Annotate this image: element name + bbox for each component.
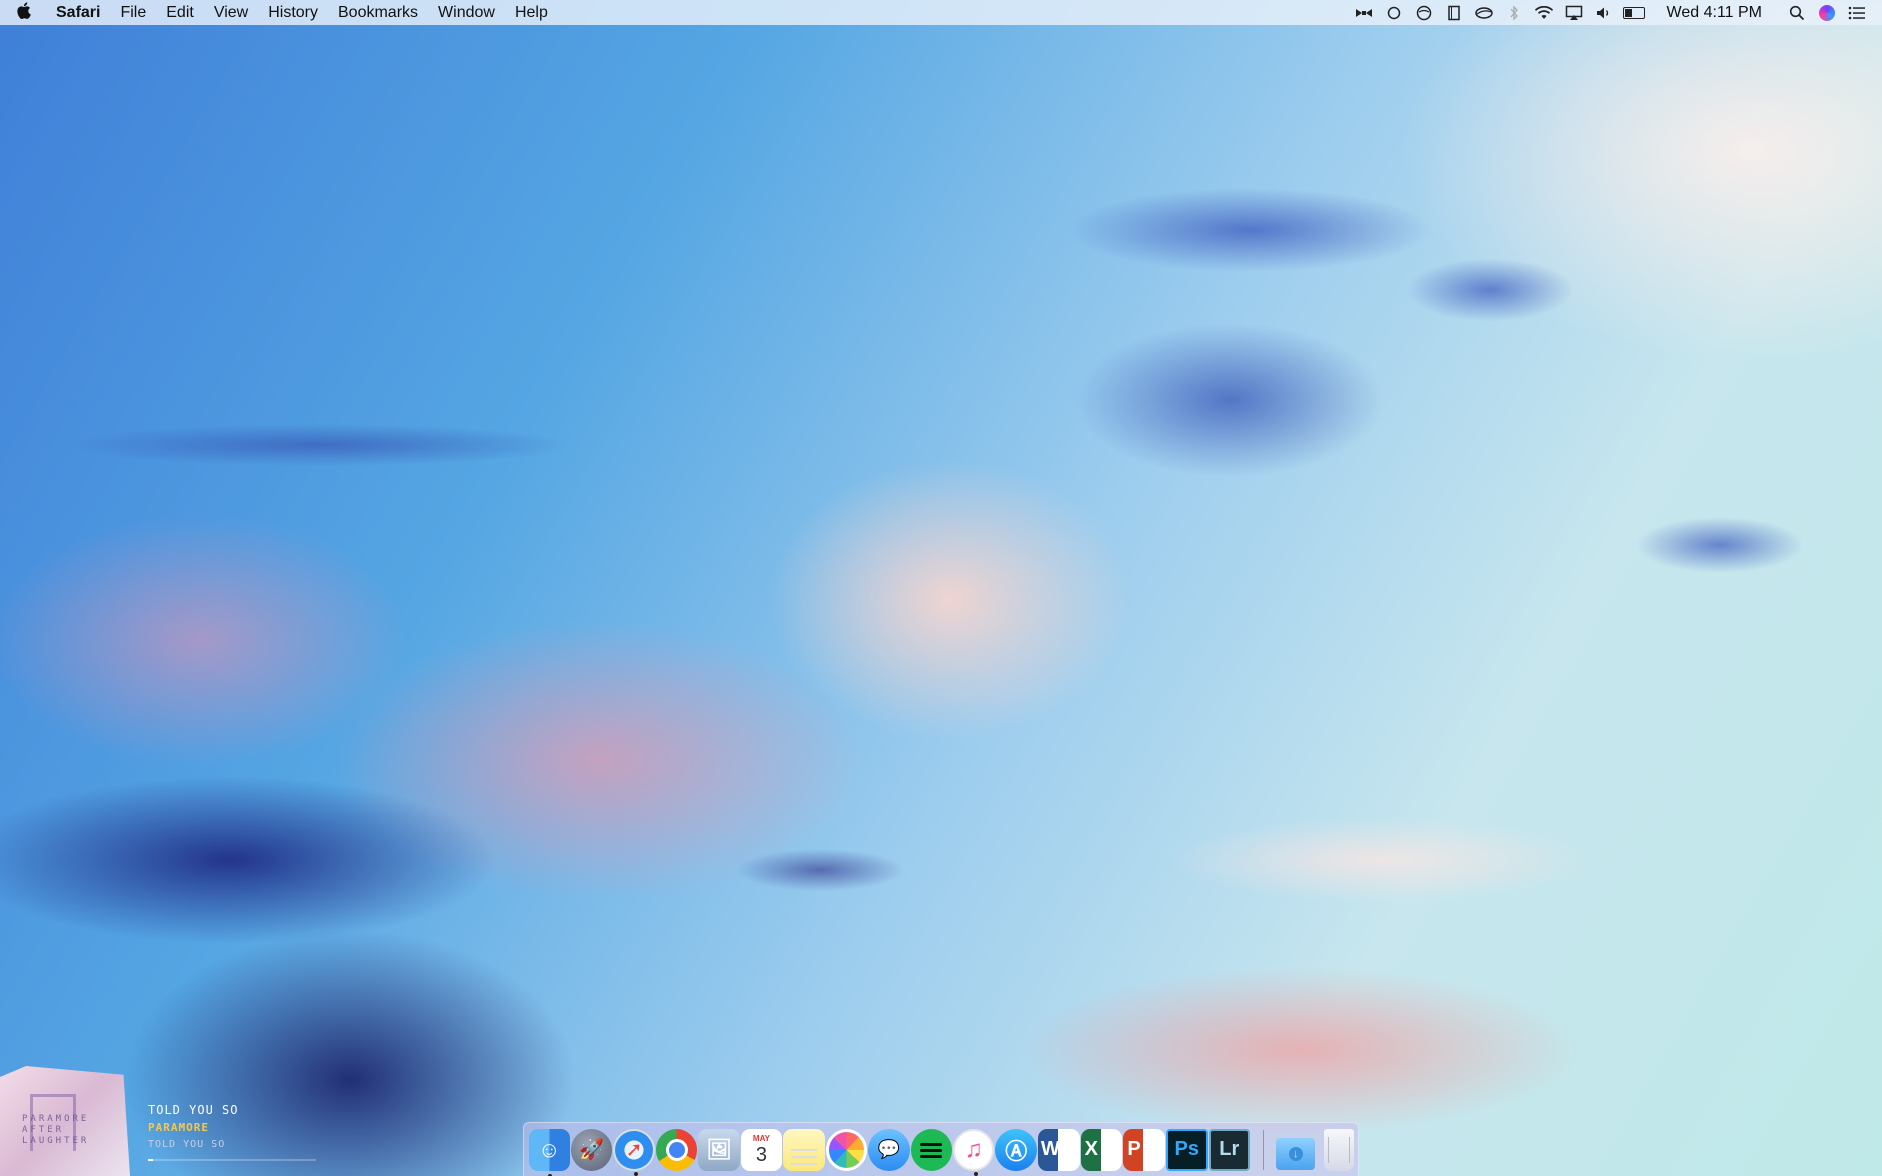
siri-icon[interactable]	[1812, 0, 1842, 25]
notification-center-icon[interactable]	[1842, 0, 1872, 25]
safari-icon: ➚	[625, 1139, 643, 1161]
preview-icon: 🖼	[706, 1139, 732, 1161]
finder-icon: ☺	[537, 1136, 561, 1162]
menu-help[interactable]: Help	[505, 0, 558, 25]
calendar-month: MAY	[752, 1133, 770, 1143]
lightroom-icon: Lr	[1219, 1138, 1240, 1160]
running-indicator	[634, 1171, 639, 1176]
disk-icon[interactable]	[1409, 0, 1439, 25]
note-icon[interactable]	[1439, 0, 1469, 25]
dock-notes[interactable]	[783, 1128, 825, 1171]
desktop-wallpaper: Safari File Edit View History Bookmarks …	[0, 0, 1882, 1176]
dock-powerpoint[interactable]: P	[1123, 1128, 1166, 1171]
menu-history[interactable]: History	[258, 0, 328, 25]
menu-clock[interactable]: Wed 4:11 PM	[1649, 0, 1782, 25]
dock-preview[interactable]: 🖼	[698, 1128, 740, 1171]
menu-window[interactable]: Window	[428, 0, 505, 25]
running-indicator	[974, 1171, 978, 1176]
launchpad-icon: 🚀	[579, 1139, 605, 1161]
dock-trash[interactable]	[1323, 1128, 1354, 1171]
photoshop-icon: Ps	[1174, 1138, 1199, 1160]
excel-icon: X	[1084, 1138, 1098, 1160]
wifi-icon[interactable]	[1529, 0, 1559, 25]
dock-spotify[interactable]	[910, 1128, 952, 1171]
dock-calendar[interactable]: MAY 3	[740, 1128, 783, 1171]
dock: ☺ 🚀 ➚ 🖼 MAY 3 💬 ♫ Ⓐ W X P Ps Lr ↓	[523, 1122, 1359, 1176]
downloads-folder-icon: ↓	[1288, 1146, 1303, 1161]
menu-bookmarks[interactable]: Bookmarks	[328, 0, 428, 25]
battery-icon[interactable]	[1619, 0, 1649, 25]
track-album: TOLD YOU SO	[148, 1139, 226, 1150]
bartender-icon[interactable]	[1349, 0, 1379, 25]
menu-file[interactable]: File	[110, 0, 156, 25]
dock-separator	[1262, 1129, 1264, 1170]
dock-excel[interactable]: X	[1080, 1128, 1123, 1171]
dock-lightroom[interactable]: Lr	[1208, 1128, 1250, 1171]
track-title: TOLD YOU SO	[148, 1103, 239, 1117]
dock-word[interactable]: W	[1037, 1128, 1080, 1171]
dock-downloads-folder[interactable]: ↓	[1275, 1137, 1316, 1170]
dock-messages[interactable]: 💬	[868, 1128, 910, 1171]
dock-launchpad[interactable]: 🚀	[570, 1128, 613, 1171]
apple-icon[interactable]	[0, 1, 46, 24]
track-artist: PARAMORE	[148, 1121, 209, 1134]
airplay-icon[interactable]	[1559, 0, 1589, 25]
dock-itunes[interactable]: ♫	[953, 1128, 995, 1176]
dock-finder[interactable]: ☺	[528, 1128, 570, 1176]
menu-bar: Safari File Edit View History Bookmarks …	[0, 0, 1882, 25]
menu-edit[interactable]: Edit	[156, 0, 204, 25]
now-playing-widget[interactable]: PARAMORE AFTER LAUGHTER TOLD YOU SO PARA…	[0, 1056, 330, 1176]
menu-view[interactable]: View	[204, 0, 258, 25]
circle-icon[interactable]	[1379, 0, 1409, 25]
word-icon: W	[1040, 1138, 1060, 1160]
itunes-icon: ♫	[964, 1135, 983, 1163]
volume-icon[interactable]	[1589, 0, 1619, 25]
dock-photoshop[interactable]: Ps	[1166, 1128, 1208, 1171]
app-store-icon: Ⓐ	[1005, 1138, 1028, 1164]
track-progress-bar[interactable]	[148, 1159, 316, 1161]
album-art-text: PARAMORE AFTER LAUGHTER	[22, 1114, 90, 1146]
messages-icon: 💬	[877, 1139, 901, 1159]
cloud-icon[interactable]	[1469, 0, 1499, 25]
trash-icon	[1327, 1136, 1350, 1163]
bluetooth-icon[interactable]	[1499, 0, 1529, 25]
menu-app-name[interactable]: Safari	[46, 0, 110, 25]
album-art[interactable]: PARAMORE AFTER LAUGHTER	[0, 1066, 130, 1176]
notes-icon	[790, 1148, 817, 1151]
spotify-icon	[920, 1143, 943, 1146]
dock-photos[interactable]	[825, 1128, 868, 1171]
chrome-icon	[665, 1138, 688, 1161]
calendar-day: 3	[755, 1143, 768, 1166]
spotlight-search-icon[interactable]	[1782, 0, 1812, 25]
dock-safari[interactable]: ➚	[613, 1128, 655, 1176]
dock-app-store[interactable]: Ⓐ	[995, 1128, 1037, 1171]
track-info: TOLD YOU SO PARAMORE TOLD YOU SO	[148, 1102, 238, 1153]
dock-chrome[interactable]	[655, 1128, 698, 1171]
track-progress-fill	[148, 1159, 154, 1161]
powerpoint-icon: P	[1127, 1138, 1141, 1160]
